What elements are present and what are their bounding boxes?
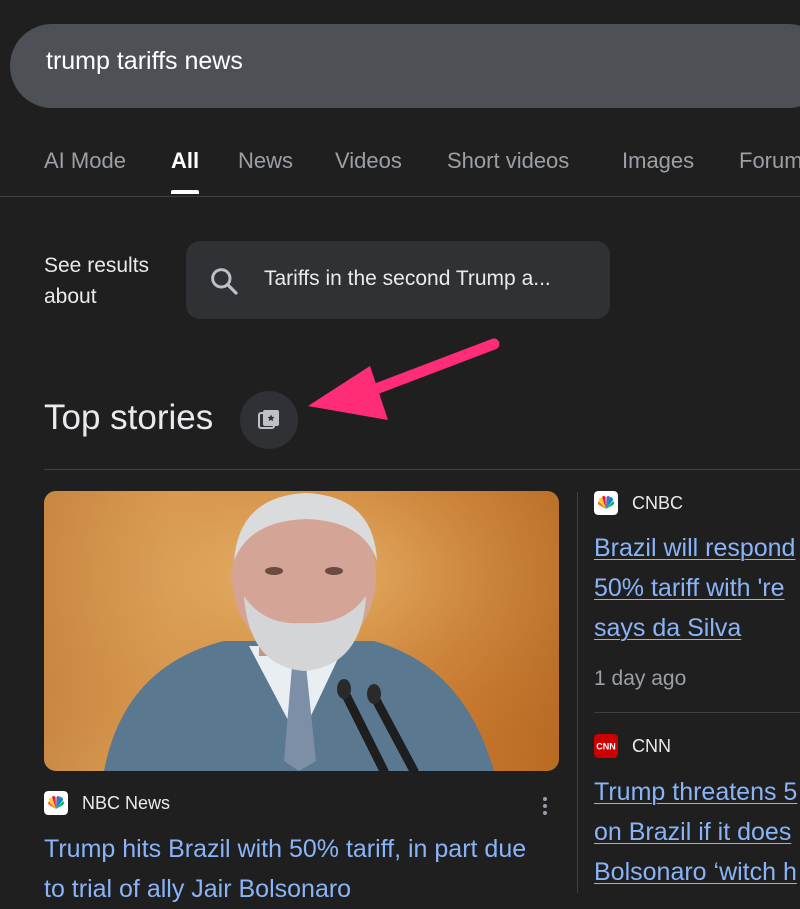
entity-chip[interactable]: Tariffs in the second Trump a... — [186, 241, 610, 319]
see-results-line1: See results — [44, 254, 150, 277]
column-divider — [577, 492, 578, 893]
nbc-peacock-icon — [44, 791, 68, 815]
tab-news[interactable]: News — [238, 148, 293, 174]
headline-line: Brazil will respond — [594, 534, 796, 562]
headline-line: says da Silva — [594, 614, 742, 642]
svg-text:CNN: CNN — [596, 742, 616, 752]
headline-line: Trump threatens 5 — [594, 778, 798, 806]
story-image[interactable] — [44, 491, 559, 771]
story-headline[interactable]: Trump threatens 5 on Brazil if it does B… — [594, 772, 800, 892]
tab-short-videos[interactable]: Short videos — [447, 148, 569, 174]
story-divider — [594, 712, 800, 713]
search-input[interactable]: trump tariffs news — [46, 47, 243, 76]
headline-line: Bolsonaro ‘witch h — [594, 858, 797, 886]
annotation-arrow — [308, 338, 500, 420]
stories-collection-icon — [258, 410, 279, 429]
more-options-icon[interactable] — [537, 794, 553, 818]
story-source[interactable]: NBC News — [44, 791, 170, 815]
story-headline[interactable]: Trump hits Brazil with 50% tariff, in pa… — [44, 829, 564, 909]
cnn-logo: CNN — [594, 734, 618, 758]
search-icon — [211, 268, 238, 295]
story-timestamp: 1 day ago — [594, 667, 687, 690]
source-name: CNN — [632, 735, 671, 756]
entity-chip-label: Tariffs in the second Trump a... — [264, 267, 551, 290]
see-results-label: See results about — [44, 250, 174, 312]
see-results-line2: about — [44, 285, 97, 308]
active-tab-indicator — [171, 190, 199, 194]
section-divider — [44, 469, 800, 470]
section-title: Top stories — [44, 398, 214, 437]
story-source[interactable]: CNBC — [594, 491, 683, 515]
story-source[interactable]: CNN CNN — [594, 734, 671, 758]
cnbc-peacock-icon — [594, 491, 618, 515]
story-headline[interactable]: Brazil will respond 50% tariff with 're … — [594, 528, 800, 648]
tab-videos[interactable]: Videos — [335, 148, 402, 174]
tab-forum[interactable]: Forum — [739, 148, 800, 174]
search-tabs: AI Mode All News Videos Short videos Ima… — [0, 138, 800, 197]
tab-images[interactable]: Images — [622, 148, 694, 174]
stories-collection-button[interactable] — [240, 391, 298, 449]
source-name: NBC News — [82, 792, 171, 813]
headline-line: to trial of ally Jair Bolsonaro — [44, 875, 352, 903]
source-name: CNBC — [632, 492, 684, 513]
lula-photo — [44, 491, 559, 771]
tab-ai-mode[interactable]: AI Mode — [44, 148, 126, 174]
headline-line: Trump hits Brazil with 50% tariff, in pa… — [44, 835, 527, 863]
tab-all[interactable]: All — [171, 148, 199, 174]
headline-line: on Brazil if it does — [594, 818, 792, 846]
headline-line: 50% tariff with 're — [594, 574, 785, 602]
